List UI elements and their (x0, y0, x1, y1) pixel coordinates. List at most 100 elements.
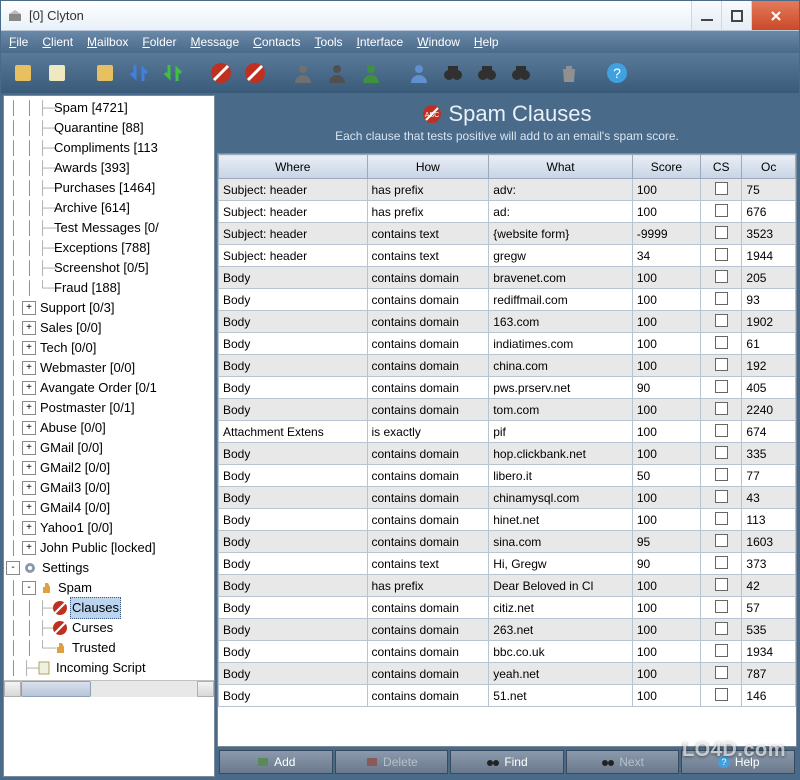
cell-oc[interactable]: 676 (742, 201, 796, 223)
cell-what[interactable]: 163.com (489, 311, 633, 333)
column-header-what[interactable]: What (489, 155, 633, 179)
tree-hscrollbar[interactable] (4, 680, 214, 697)
notes-icon[interactable] (43, 59, 71, 87)
cell-how[interactable]: contains domain (367, 487, 489, 509)
forbid-icon[interactable] (207, 59, 235, 87)
cell-oc[interactable]: 2240 (742, 399, 796, 421)
tree-item[interactable]: ││├─Screenshot [0/5] (6, 258, 214, 278)
cell-what[interactable]: citiz.net (489, 597, 633, 619)
cell-score[interactable]: 100 (632, 509, 700, 531)
column-header-oc[interactable]: Oc (742, 155, 796, 179)
cell-where[interactable]: Subject: header (219, 223, 368, 245)
tree-item[interactable]: │+Abuse [0/0] (6, 418, 214, 438)
table-row[interactable]: Bodycontains domainchinamysql.com10043 (219, 487, 796, 509)
cell-how[interactable]: has prefix (367, 575, 489, 597)
tree-expander-icon[interactable]: + (22, 501, 36, 515)
table-row[interactable]: Bodycontains domainchina.com100192 (219, 355, 796, 377)
cell-how[interactable]: contains domain (367, 333, 489, 355)
column-header-cs[interactable]: CS (701, 155, 742, 179)
cell-oc[interactable]: 61 (742, 333, 796, 355)
column-header-score[interactable]: Score (632, 155, 700, 179)
cell-score[interactable]: 90 (632, 553, 700, 575)
tree-item[interactable]: │+GMail [0/0] (6, 438, 214, 458)
cell-score[interactable]: -9999 (632, 223, 700, 245)
cell-how[interactable]: is exactly (367, 421, 489, 443)
checkbox-icon[interactable] (715, 248, 728, 261)
cell-score[interactable]: 100 (632, 663, 700, 685)
add-button[interactable]: Add (219, 750, 333, 774)
checkbox-icon[interactable] (715, 644, 728, 657)
tree-expander-icon[interactable]: + (22, 441, 36, 455)
table-row[interactable]: Bodycontains domainlibero.it5077 (219, 465, 796, 487)
cell-cs[interactable] (701, 509, 742, 531)
cell-cs[interactable] (701, 597, 742, 619)
cell-score[interactable]: 100 (632, 289, 700, 311)
cell-where[interactable]: Body (219, 597, 368, 619)
cell-how[interactable]: contains domain (367, 531, 489, 553)
cell-cs[interactable] (701, 641, 742, 663)
table-row[interactable]: Subject: headercontains textgregw341944 (219, 245, 796, 267)
tree-expander-icon[interactable]: + (22, 381, 36, 395)
cell-where[interactable]: Subject: header (219, 179, 368, 201)
checkbox-icon[interactable] (715, 314, 728, 327)
checkbox-icon[interactable] (715, 556, 728, 569)
cell-where[interactable]: Subject: header (219, 245, 368, 267)
cell-oc[interactable]: 1934 (742, 641, 796, 663)
table-row[interactable]: Bodycontains domainpws.prserv.net90405 (219, 377, 796, 399)
cell-where[interactable]: Body (219, 509, 368, 531)
tree-expander-icon[interactable]: + (22, 361, 36, 375)
cell-oc[interactable]: 43 (742, 487, 796, 509)
cell-how[interactable]: contains domain (367, 267, 489, 289)
cell-cs[interactable] (701, 201, 742, 223)
checkbox-icon[interactable] (715, 358, 728, 371)
sync-up-icon[interactable] (159, 59, 187, 87)
cell-score[interactable]: 100 (632, 685, 700, 707)
tree-item[interactable]: │+Yahoo1 [0/0] (6, 518, 214, 538)
maximize-button[interactable] (721, 1, 751, 30)
tree-expander-icon[interactable]: + (22, 541, 36, 555)
cell-cs[interactable] (701, 245, 742, 267)
tree-item[interactable]: ││├─Compliments [113 (6, 138, 214, 158)
cell-oc[interactable]: 42 (742, 575, 796, 597)
cell-cs[interactable] (701, 355, 742, 377)
cell-oc[interactable]: 146 (742, 685, 796, 707)
cell-oc[interactable]: 1944 (742, 245, 796, 267)
scroll-left-icon[interactable] (4, 681, 21, 697)
cell-score[interactable]: 100 (632, 179, 700, 201)
checkbox-icon[interactable] (715, 380, 728, 393)
cell-score[interactable]: 100 (632, 267, 700, 289)
cell-score[interactable]: 100 (632, 487, 700, 509)
cell-where[interactable]: Body (219, 465, 368, 487)
cell-cs[interactable] (701, 685, 742, 707)
checkbox-icon[interactable] (715, 226, 728, 239)
cell-cs[interactable] (701, 443, 742, 465)
cell-where[interactable]: Body (219, 531, 368, 553)
tree-item[interactable]: │+John Public [locked] (6, 538, 214, 558)
table-row[interactable]: Bodycontains domainyeah.net100787 (219, 663, 796, 685)
cell-how[interactable]: contains text (367, 553, 489, 575)
cell-what[interactable]: ad: (489, 201, 633, 223)
table-row[interactable]: Bodycontains domainbravenet.com100205 (219, 267, 796, 289)
cell-oc[interactable]: 93 (742, 289, 796, 311)
tree-item[interactable]: │+Tech [0/0] (6, 338, 214, 358)
cell-how[interactable]: contains domain (367, 311, 489, 333)
cell-what[interactable]: Dear Beloved in Cl (489, 575, 633, 597)
cell-what[interactable]: adv: (489, 179, 633, 201)
find-button[interactable]: Find (450, 750, 564, 774)
checkbox-icon[interactable] (715, 578, 728, 591)
cell-cs[interactable] (701, 487, 742, 509)
cell-score[interactable]: 100 (632, 311, 700, 333)
titlebar[interactable]: [0] Clyton (1, 1, 799, 31)
table-row[interactable]: Subject: headerhas prefixadv:10075 (219, 179, 796, 201)
abc-forbid-icon[interactable] (241, 59, 269, 87)
checkbox-icon[interactable] (715, 666, 728, 679)
cell-score[interactable]: 100 (632, 201, 700, 223)
cell-where[interactable]: Body (219, 685, 368, 707)
checkbox-icon[interactable] (715, 182, 728, 195)
cell-where[interactable]: Body (219, 333, 368, 355)
menu-file[interactable]: File (9, 35, 28, 49)
tree-item[interactable]: │+GMail2 [0/0] (6, 458, 214, 478)
cell-where[interactable]: Body (219, 311, 368, 333)
cell-score[interactable]: 100 (632, 597, 700, 619)
cell-what[interactable]: yeah.net (489, 663, 633, 685)
